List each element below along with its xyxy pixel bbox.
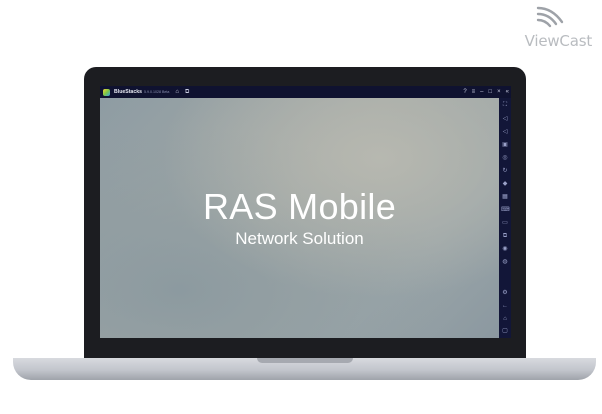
back-icon[interactable]: ←: [501, 302, 509, 310]
close-icon[interactable]: ×: [497, 89, 501, 95]
restore-icon[interactable]: □: [489, 89, 493, 95]
multi-instance-icon[interactable]: ⧉: [185, 89, 189, 95]
app-subtitle: Network Solution: [235, 229, 364, 248]
emulator-window: BlueStacks 5.9.0.1028 Beta ⌂ ⧉ ? ≡ – □ ×…: [100, 86, 511, 338]
screen-record-icon[interactable]: ▣: [501, 141, 509, 149]
viewcast-logo: ViewCast: [500, 6, 592, 50]
multi-instance-sync-icon[interactable]: ⧉: [501, 232, 509, 240]
wifi-waves-icon: [536, 6, 564, 28]
minimize-icon[interactable]: –: [480, 89, 483, 95]
recent-apps-icon[interactable]: ▢: [501, 327, 509, 335]
window-title: BlueStacks: [114, 89, 142, 95]
window-titlebar: BlueStacks 5.9.0.1028 Beta ⌂ ⧉ ? ≡ – □ ×…: [100, 86, 511, 98]
menu-icon[interactable]: ≡: [472, 89, 476, 95]
laptop-notch: [257, 358, 353, 363]
home-icon[interactable]: ⌂: [501, 315, 509, 323]
fullscreen-icon[interactable]: ⛶: [501, 101, 509, 109]
help-icon[interactable]: ?: [463, 89, 466, 95]
volume-up-icon[interactable]: ◁: [501, 115, 509, 123]
brand-name: ViewCast: [524, 32, 593, 50]
app-title: RAS Mobile: [202, 186, 397, 227]
rotate-icon[interactable]: ↻: [501, 167, 509, 175]
keyboard-controls-icon[interactable]: ⌨: [501, 206, 510, 214]
laptop-base: [13, 358, 596, 380]
app-splash-screen: RAS Mobile Network Solution: [100, 98, 499, 338]
collapse-sidebar-icon[interactable]: «: [506, 89, 509, 95]
screenshot-icon[interactable]: ◎: [501, 154, 509, 162]
window-controls: ? ≡ – □ × «: [463, 86, 509, 98]
volume-down-icon[interactable]: ◁: [501, 128, 509, 136]
eco-mode-icon[interactable]: ◉: [501, 245, 509, 253]
bluestacks-logo-icon: [103, 88, 110, 96]
shake-icon[interactable]: ◆: [501, 180, 509, 188]
settings-icon[interactable]: ⚙: [501, 289, 509, 297]
location-icon[interactable]: ◍: [501, 258, 509, 266]
side-toolbar: ⛶ ◁ ◁ ▣ ◎ ↻ ◆ ▦ ⌨ ▭ ⧉ ◉ ◍ ⚙ ← ⌂ ▢: [499, 98, 511, 338]
macro-icon[interactable]: ▦: [501, 193, 509, 201]
folder-icon[interactable]: ▭: [501, 219, 509, 227]
home-icon[interactable]: ⌂: [175, 89, 179, 95]
window-version: 5.9.0.1028 Beta: [143, 90, 170, 94]
